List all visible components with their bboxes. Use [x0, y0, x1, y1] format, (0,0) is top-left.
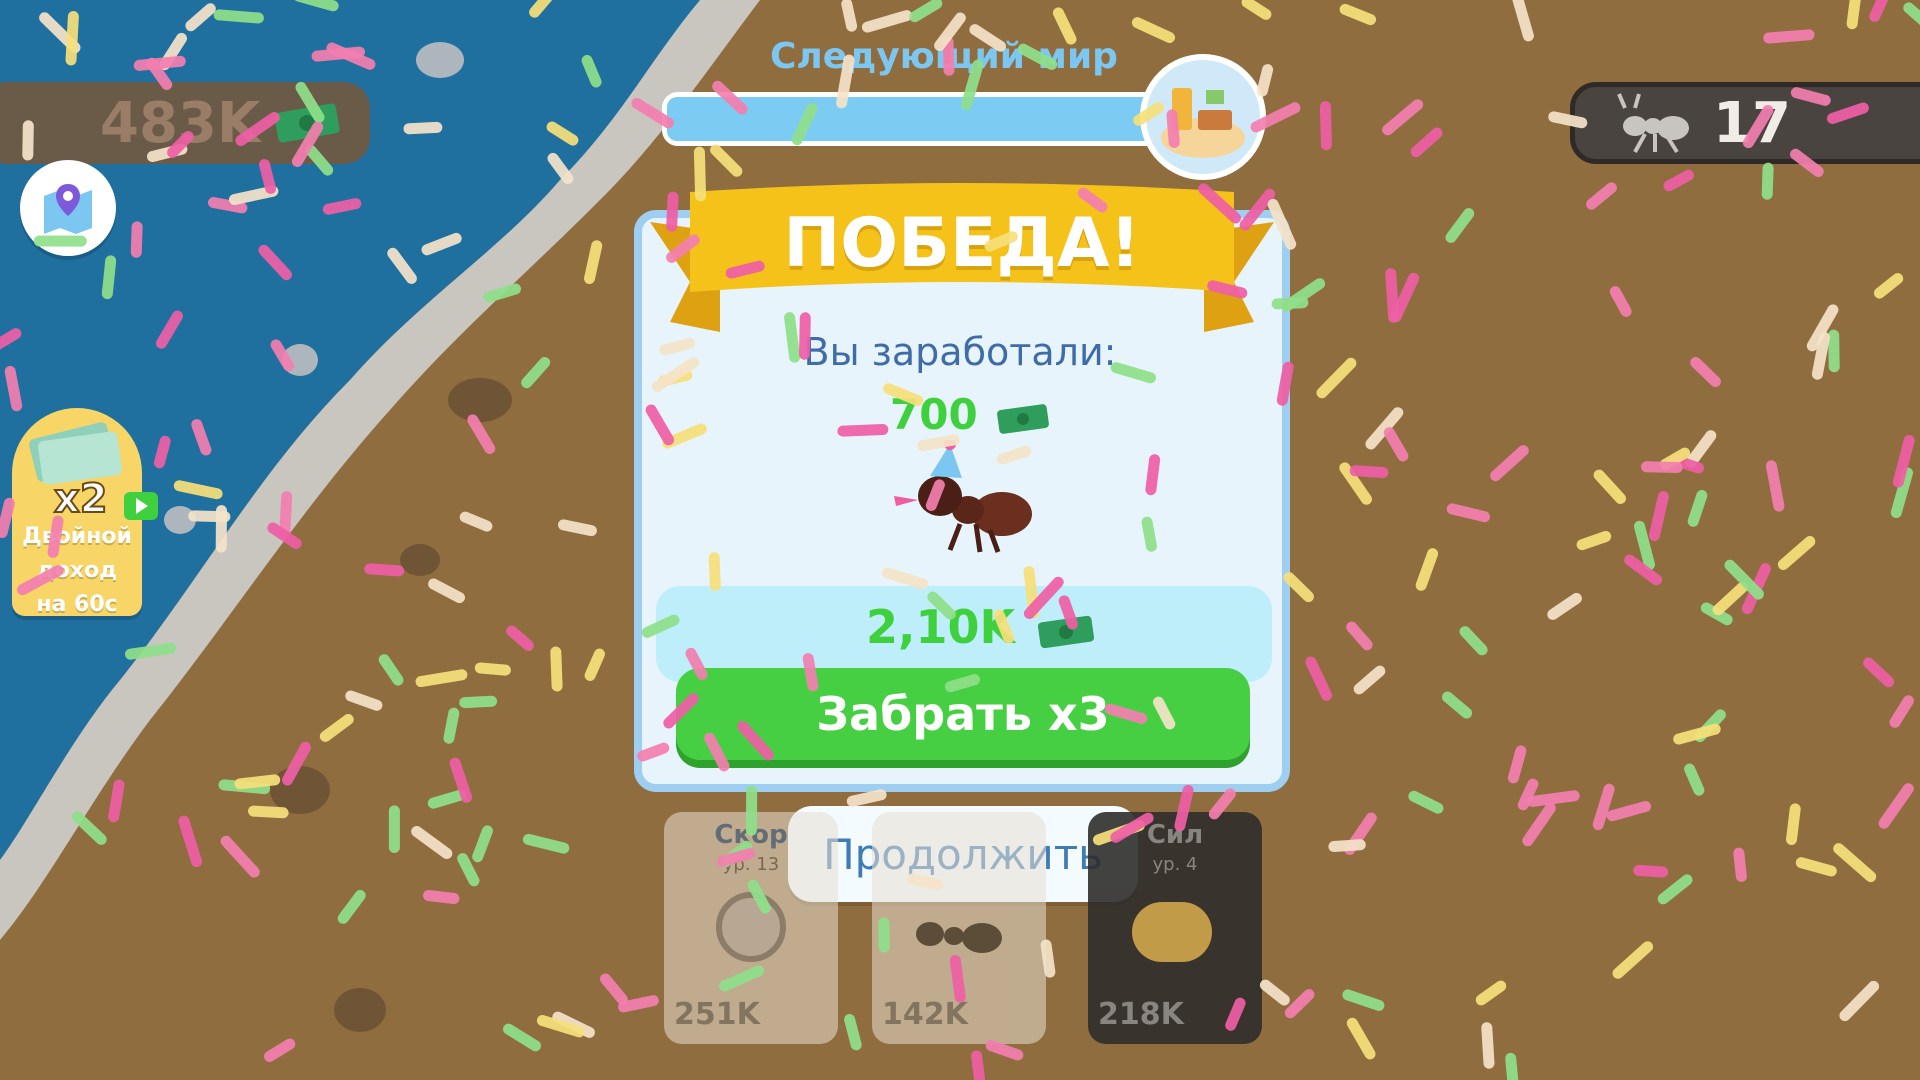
- claim-x3-button[interactable]: Забрать x3: [676, 668, 1250, 760]
- money-counter: 483K: [0, 82, 370, 164]
- kitchen-world-icon: [1140, 54, 1266, 180]
- ant-counter: 17: [1570, 82, 1920, 164]
- earned-amount-value: 700: [890, 390, 978, 439]
- upgrade-card-ants[interactable]: 142K: [872, 812, 1046, 1044]
- ant-icon: [916, 922, 1002, 953]
- double-income-label: Двойной доход на 60с: [22, 524, 132, 617]
- upgrade-card-level: ур. 13: [722, 854, 780, 875]
- next-world-progress: [662, 92, 1162, 146]
- map-pin-icon: [44, 184, 92, 234]
- bonus-amount-value: 2,10K: [866, 600, 1016, 654]
- next-world-title: Следующий мир: [770, 36, 1118, 77]
- video-play-icon: [124, 492, 158, 520]
- upgrade-card-title: Сил: [1146, 820, 1204, 850]
- upgrade-card-price: 251K: [674, 997, 760, 1032]
- strength-icon: [1132, 902, 1212, 962]
- stopwatch-icon: [716, 892, 786, 962]
- map-button[interactable]: [20, 160, 116, 256]
- victory-title: ПОБЕДА!: [783, 204, 1141, 283]
- cash-icon: [1038, 615, 1095, 648]
- upgrade-card-strength[interactable]: Сил ур. 4 218K: [1088, 812, 1262, 1044]
- earned-amount: 700: [890, 390, 1050, 439]
- double-income-multiplier: x2: [53, 475, 109, 523]
- bonus-amount: 2,10K: [866, 600, 1095, 654]
- party-ant-icon: [890, 438, 1040, 564]
- earned-label: Вы заработали:: [803, 330, 1117, 374]
- ant-count: 17: [1713, 90, 1791, 156]
- ant-icon: [1617, 93, 1689, 154]
- double-income-button[interactable]: x2 Двойной доход на 60с: [12, 408, 158, 617]
- upgrade-card-price: 218K: [1098, 997, 1184, 1032]
- cash-stack-icon: [274, 103, 340, 143]
- upgrade-card-level: ур. 4: [1152, 854, 1198, 875]
- next-world-progress-fill: [667, 97, 1157, 141]
- cash-icon: [997, 403, 1050, 434]
- upgrade-card-speed[interactable]: Скор ур. 13 251K: [664, 812, 838, 1044]
- upgrade-card-title: Скор: [714, 820, 788, 850]
- money-value: 483K: [100, 90, 261, 156]
- upgrade-card-price: 142K: [882, 997, 968, 1032]
